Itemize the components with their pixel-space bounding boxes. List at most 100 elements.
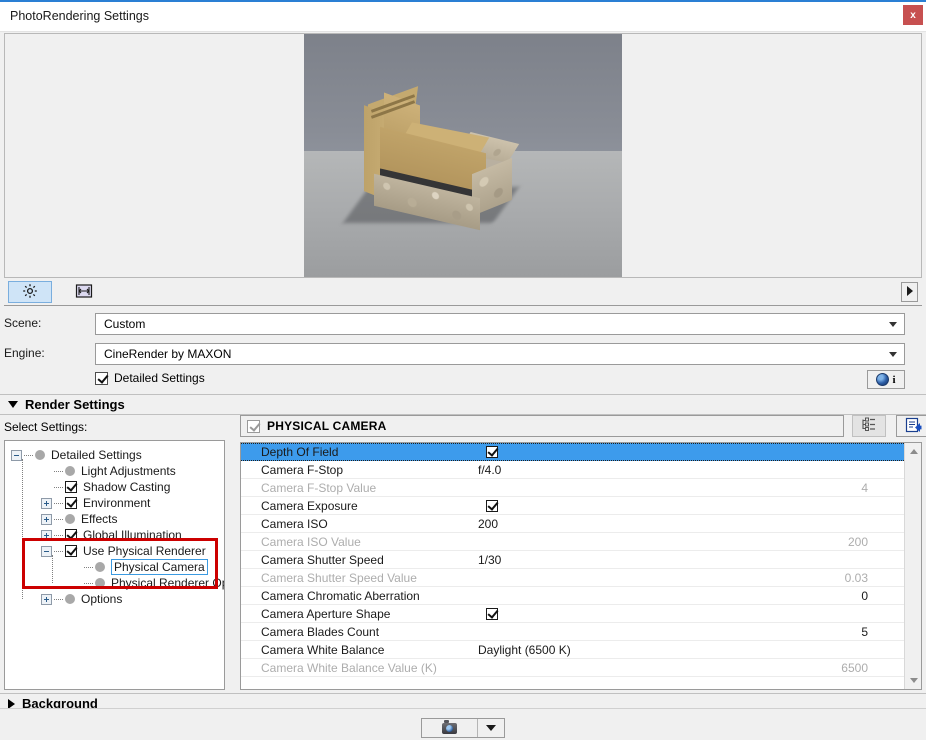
tree-item-effects[interactable]: Effects	[41, 511, 117, 527]
property-name: Camera White Balance Value (K)	[261, 660, 437, 675]
physical-camera-enable-checkbox[interactable]	[247, 419, 260, 433]
tree-item-checkbox[interactable]	[65, 497, 77, 509]
scroll-up-button[interactable]	[905, 443, 921, 460]
tree-connector	[54, 534, 63, 536]
chevron-down-icon	[889, 322, 897, 327]
tree-connector	[84, 566, 93, 568]
dot-icon	[65, 514, 75, 524]
property-value[interactable]: f/4.0	[478, 463, 501, 477]
property-name: Camera ISO Value	[261, 534, 361, 549]
property-row[interactable]: Camera ISO 200	[241, 515, 904, 533]
photorendering-settings-window: PhotoRendering Settings x Scene: Custom …	[0, 0, 926, 740]
render-button-dropdown[interactable]	[478, 725, 504, 731]
render-settings-section-header[interactable]: Render Settings	[8, 397, 125, 412]
property-row[interactable]: Camera Shutter Speed 1/30	[241, 551, 904, 569]
property-row[interactable]: Camera Exposure	[241, 497, 904, 515]
scene-select[interactable]: Custom	[95, 313, 905, 335]
collapse-icon[interactable]	[41, 545, 52, 557]
engine-row: Engine: CineRender by MAXON	[0, 343, 926, 365]
property-row[interactable]: Camera Blades Count 5	[241, 623, 904, 641]
property-value[interactable]: 5	[861, 625, 868, 639]
properties-list[interactable]: Depth Of Field Camera F-Stop f/4.0 Camera F…	[240, 442, 922, 690]
property-value[interactable]: 200	[478, 517, 498, 531]
chevron-right-icon	[8, 698, 15, 709]
tree-item-label: Light Adjustments	[81, 464, 176, 478]
expand-icon[interactable]	[41, 513, 52, 525]
scroll-down-icon	[909, 678, 918, 683]
property-name: Camera ISO	[261, 516, 328, 531]
property-value[interactable]: 0	[861, 589, 868, 603]
close-button[interactable]: x	[903, 5, 923, 25]
property-row[interactable]: Camera White Balance Value (K) 6500	[241, 659, 904, 677]
property-value[interactable]: 200	[848, 535, 868, 549]
tree-connector	[54, 502, 63, 504]
tree-item-checkbox[interactable]	[65, 545, 77, 557]
property-name: Camera Aperture Shape	[261, 606, 391, 621]
property-name: Camera F-Stop Value	[261, 480, 377, 495]
tree-item-global-illumination[interactable]: Global Illumination	[41, 527, 182, 543]
properties-scrollbar[interactable]	[904, 443, 921, 689]
expand-icon[interactable]	[41, 529, 52, 541]
tree-item-detailed-settings[interactable]: Detailed Settings	[11, 447, 142, 463]
tab-settings[interactable]	[8, 281, 52, 303]
tree-list-icon	[861, 417, 877, 435]
tabstrip-overflow-button[interactable]	[901, 282, 918, 302]
property-row[interactable]: Camera F-Stop f/4.0	[241, 461, 904, 479]
tree-connector	[84, 582, 93, 584]
tab-image-size[interactable]	[62, 281, 106, 303]
tree-item-physical-renderer-options[interactable]: Physical Renderer Options	[71, 575, 224, 591]
property-name: Camera Exposure	[261, 498, 358, 513]
property-value[interactable]: 4	[861, 481, 868, 495]
property-checkbox[interactable]	[486, 607, 498, 620]
tree-connector	[54, 470, 63, 472]
tree-connector	[24, 454, 33, 456]
dot-icon	[65, 594, 75, 604]
render-button-main[interactable]	[422, 719, 477, 734]
settings-tree[interactable]: Detailed Settings Light Adjustments Shadow…	[4, 440, 225, 690]
tree-item-environment[interactable]: Environment	[41, 495, 150, 511]
expand-icon[interactable]	[41, 497, 52, 509]
property-row[interactable]: Depth Of Field	[241, 443, 904, 461]
property-row[interactable]: Camera Shutter Speed Value 0.03	[241, 569, 904, 587]
property-row[interactable]: Camera Chromatic Aberration 0	[241, 587, 904, 605]
tree-item-label: Detailed Settings	[51, 448, 142, 462]
expand-icon[interactable]	[41, 593, 52, 605]
render-settings-title: Render Settings	[25, 397, 125, 412]
detailed-settings-checkbox-row[interactable]: Detailed Settings	[95, 371, 205, 385]
dot-icon	[35, 450, 45, 460]
engine-info-button[interactable]: i	[867, 370, 905, 389]
properties-header: PHYSICAL CAMERA	[240, 415, 844, 437]
property-value[interactable]: 0.03	[845, 571, 868, 585]
tree-item-physical-camera[interactable]: Physical Camera	[71, 559, 208, 575]
tree-item-options[interactable]: Options	[41, 591, 122, 607]
tree-item-checkbox[interactable]	[65, 481, 77, 493]
engine-select[interactable]: CineRender by MAXON	[95, 343, 905, 365]
property-row[interactable]: Camera White Balance Daylight (6500 K)	[241, 641, 904, 659]
property-checkbox[interactable]	[486, 446, 498, 458]
tree-item-checkbox[interactable]	[65, 529, 77, 541]
tree-connector	[54, 486, 63, 488]
scroll-down-button[interactable]	[905, 672, 921, 689]
render-preview-area[interactable]	[4, 33, 922, 278]
render-button[interactable]	[421, 718, 505, 738]
export-settings-button[interactable]	[896, 415, 926, 437]
detailed-settings-checkbox[interactable]	[95, 371, 108, 385]
property-row[interactable]: Camera ISO Value 200	[241, 533, 904, 551]
render-settings-rule-top	[0, 394, 926, 395]
tree-item-label: Physical Camera	[111, 559, 208, 575]
property-value[interactable]: 6500	[841, 661, 868, 675]
dot-icon	[65, 466, 75, 476]
info-button-label: i	[892, 373, 896, 386]
list-view-button[interactable]	[852, 415, 886, 437]
collapse-icon[interactable]	[11, 449, 22, 461]
property-checkbox[interactable]	[486, 499, 498, 512]
property-value[interactable]: 1/30	[478, 553, 501, 567]
tree-item-use-physical-renderer[interactable]: Use Physical Renderer	[41, 543, 206, 559]
property-row[interactable]: Camera Aperture Shape	[241, 605, 904, 623]
tree-item-light-adjustments[interactable]: Light Adjustments	[41, 463, 176, 479]
property-row[interactable]: Camera F-Stop Value 4	[241, 479, 904, 497]
property-value[interactable]: Daylight (6500 K)	[478, 643, 571, 657]
chevron-down-icon	[8, 401, 18, 408]
tree-item-shadow-casting[interactable]: Shadow Casting	[41, 479, 170, 495]
tree-connector	[54, 550, 63, 552]
